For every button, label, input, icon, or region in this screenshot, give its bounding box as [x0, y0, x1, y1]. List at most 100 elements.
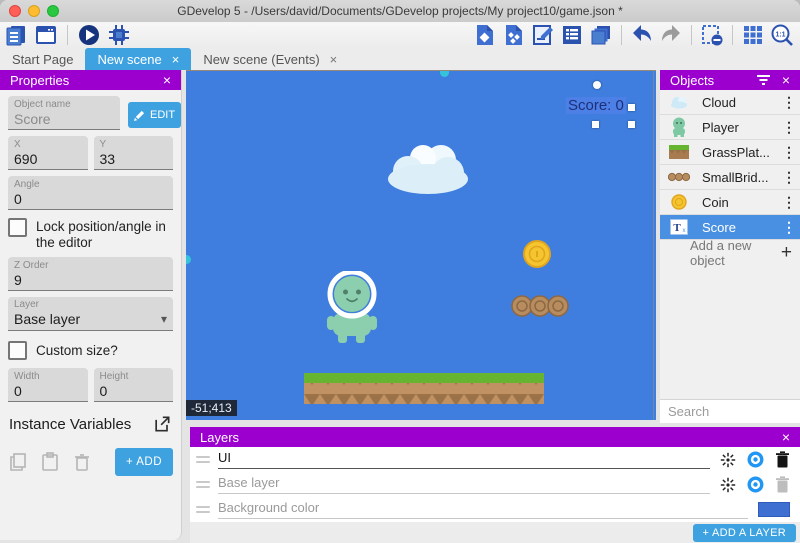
player-object[interactable] [326, 271, 378, 345]
instances-list-icon[interactable] [589, 23, 613, 47]
resize-handle[interactable] [628, 104, 635, 111]
drag-handle-icon[interactable] [196, 456, 210, 463]
toolbar-separator [67, 25, 68, 45]
close-tab-icon[interactable]: × [330, 52, 338, 67]
plus-icon: + [781, 242, 792, 264]
filter-icon[interactable] [757, 75, 770, 86]
mask-toggle-icon[interactable] [700, 23, 724, 47]
trash-icon[interactable] [72, 452, 92, 472]
z-order-field[interactable]: Z Order 9 [8, 257, 173, 291]
export-scene-icon[interactable] [473, 23, 497, 47]
score-text-object[interactable]: Score: 0 [566, 97, 626, 114]
kebab-menu-icon[interactable]: ⋮ [782, 119, 794, 136]
edit-scene-properties-icon[interactable] [531, 23, 555, 47]
layer-effects-icon[interactable] [720, 452, 736, 468]
custom-size-checkbox[interactable] [8, 341, 27, 360]
y-position-field[interactable]: Y 33 [94, 136, 174, 170]
add-layer-button[interactable]: + ADD A LAYER [693, 524, 797, 542]
redo-icon[interactable] [659, 23, 683, 47]
traffic-lights [9, 5, 59, 17]
horizontal-scroll-handle[interactable] [440, 70, 449, 77]
paste-icon[interactable] [40, 452, 60, 472]
text-object-icon: Tx [668, 219, 690, 235]
preview-window-icon[interactable] [34, 23, 58, 47]
layer-visibility-icon[interactable] [747, 451, 764, 468]
chevron-down-icon[interactable]: ▾ [161, 312, 167, 328]
delete-layer-icon[interactable] [775, 451, 790, 468]
layer-name-label: Background color [218, 500, 748, 519]
open-in-new-icon[interactable] [152, 414, 172, 434]
layer-row-background-color[interactable]: Background color [190, 497, 800, 522]
object-row-score[interactable]: Tx Score ⋮ [660, 215, 800, 240]
close-panel-icon[interactable]: × [163, 73, 171, 87]
cloud-object[interactable] [378, 139, 478, 195]
project-manager-icon[interactable] [4, 23, 28, 47]
object-row-grassplatform[interactable]: GrassPlat... ⋮ [660, 140, 800, 165]
drag-handle-icon[interactable] [196, 481, 210, 488]
play-preview-icon[interactable] [77, 23, 101, 47]
publish-icon[interactable] [502, 23, 526, 47]
close-panel-icon[interactable]: × [782, 73, 790, 87]
layer-select[interactable]: Layer Base layer ▾ [8, 297, 173, 331]
close-tab-icon[interactable]: × [172, 52, 180, 67]
close-panel-icon[interactable]: × [782, 430, 790, 444]
grid-toggle-icon[interactable] [741, 23, 765, 47]
small-bridge-object[interactable] [511, 294, 569, 318]
height-field[interactable]: Height 0 [94, 368, 174, 402]
undo-icon[interactable] [630, 23, 654, 47]
layer-effects-icon[interactable] [720, 477, 736, 493]
lock-position-checkbox[interactable] [8, 218, 27, 237]
search-input[interactable] [660, 403, 800, 420]
close-window-icon[interactable] [9, 5, 21, 17]
scene-canvas[interactable]: Score: 0 [186, 70, 656, 420]
vertical-scroll-handle[interactable] [186, 255, 191, 264]
object-row-cloud[interactable]: Cloud ⋮ [660, 90, 800, 115]
minimize-window-icon[interactable] [28, 5, 40, 17]
resize-handle[interactable] [592, 121, 599, 128]
maximize-window-icon[interactable] [47, 5, 59, 17]
svg-text:T: T [673, 222, 681, 234]
layer-row-ui[interactable]: UI [190, 447, 800, 472]
grass-platform-icon [668, 145, 690, 159]
layer-visibility-icon[interactable] [747, 476, 764, 493]
tab-new-scene-events[interactable]: New scene (Events) × [191, 48, 349, 70]
tab-new-scene[interactable]: New scene × [85, 48, 191, 70]
layers-header: Layers × [190, 427, 800, 447]
layer-name-input[interactable]: Base layer [218, 475, 710, 494]
angle-field[interactable]: Angle 0 [8, 176, 173, 210]
kebab-menu-icon[interactable]: ⋮ [782, 144, 794, 161]
x-position-field[interactable]: X 690 [8, 136, 88, 170]
object-name-field[interactable]: Object name Score [8, 96, 120, 130]
kebab-menu-icon[interactable]: ⋮ [782, 169, 794, 186]
grass-platform-object[interactable] [304, 373, 544, 404]
rotate-handle[interactable] [593, 81, 601, 89]
kebab-menu-icon[interactable]: ⋮ [782, 94, 794, 111]
background-color-swatch[interactable] [758, 502, 790, 517]
editor-tabbar: Start Page New scene × New scene (Events… [0, 48, 800, 70]
object-row-coin[interactable]: Coin ⋮ [660, 190, 800, 215]
width-field[interactable]: Width 0 [8, 368, 88, 402]
objects-header: Objects × [660, 70, 800, 90]
add-new-object-button[interactable]: Add a new object + [660, 240, 800, 265]
canvas-scroll-track[interactable] [653, 71, 654, 420]
layer-name-input[interactable]: UI [218, 450, 710, 469]
player-icon [668, 117, 690, 137]
kebab-menu-icon[interactable]: ⋮ [782, 194, 794, 211]
properties-panel: Properties × Object name Score EDIT X 69… [0, 70, 182, 540]
tab-start-page[interactable]: Start Page [0, 48, 85, 70]
layer-row-base[interactable]: Base layer [190, 472, 800, 497]
open-events-sheet-icon[interactable] [560, 23, 584, 47]
edit-object-button[interactable]: EDIT [128, 102, 181, 128]
object-row-smallbridge[interactable]: SmallBrid... ⋮ [660, 165, 800, 190]
coin-object[interactable] [522, 239, 552, 269]
coin-icon [668, 194, 690, 210]
zoom-1-1-icon[interactable]: 1:1 [770, 23, 794, 47]
copy-icon[interactable] [8, 452, 28, 472]
debug-icon[interactable] [107, 23, 131, 47]
add-variable-button[interactable]: + ADD [115, 448, 173, 476]
kebab-menu-icon[interactable]: ⋮ [782, 219, 794, 236]
object-row-player[interactable]: Player ⋮ [660, 115, 800, 140]
drag-handle-icon[interactable] [196, 506, 210, 513]
resize-handle[interactable] [628, 121, 635, 128]
svg-text:1:1: 1:1 [775, 31, 785, 38]
